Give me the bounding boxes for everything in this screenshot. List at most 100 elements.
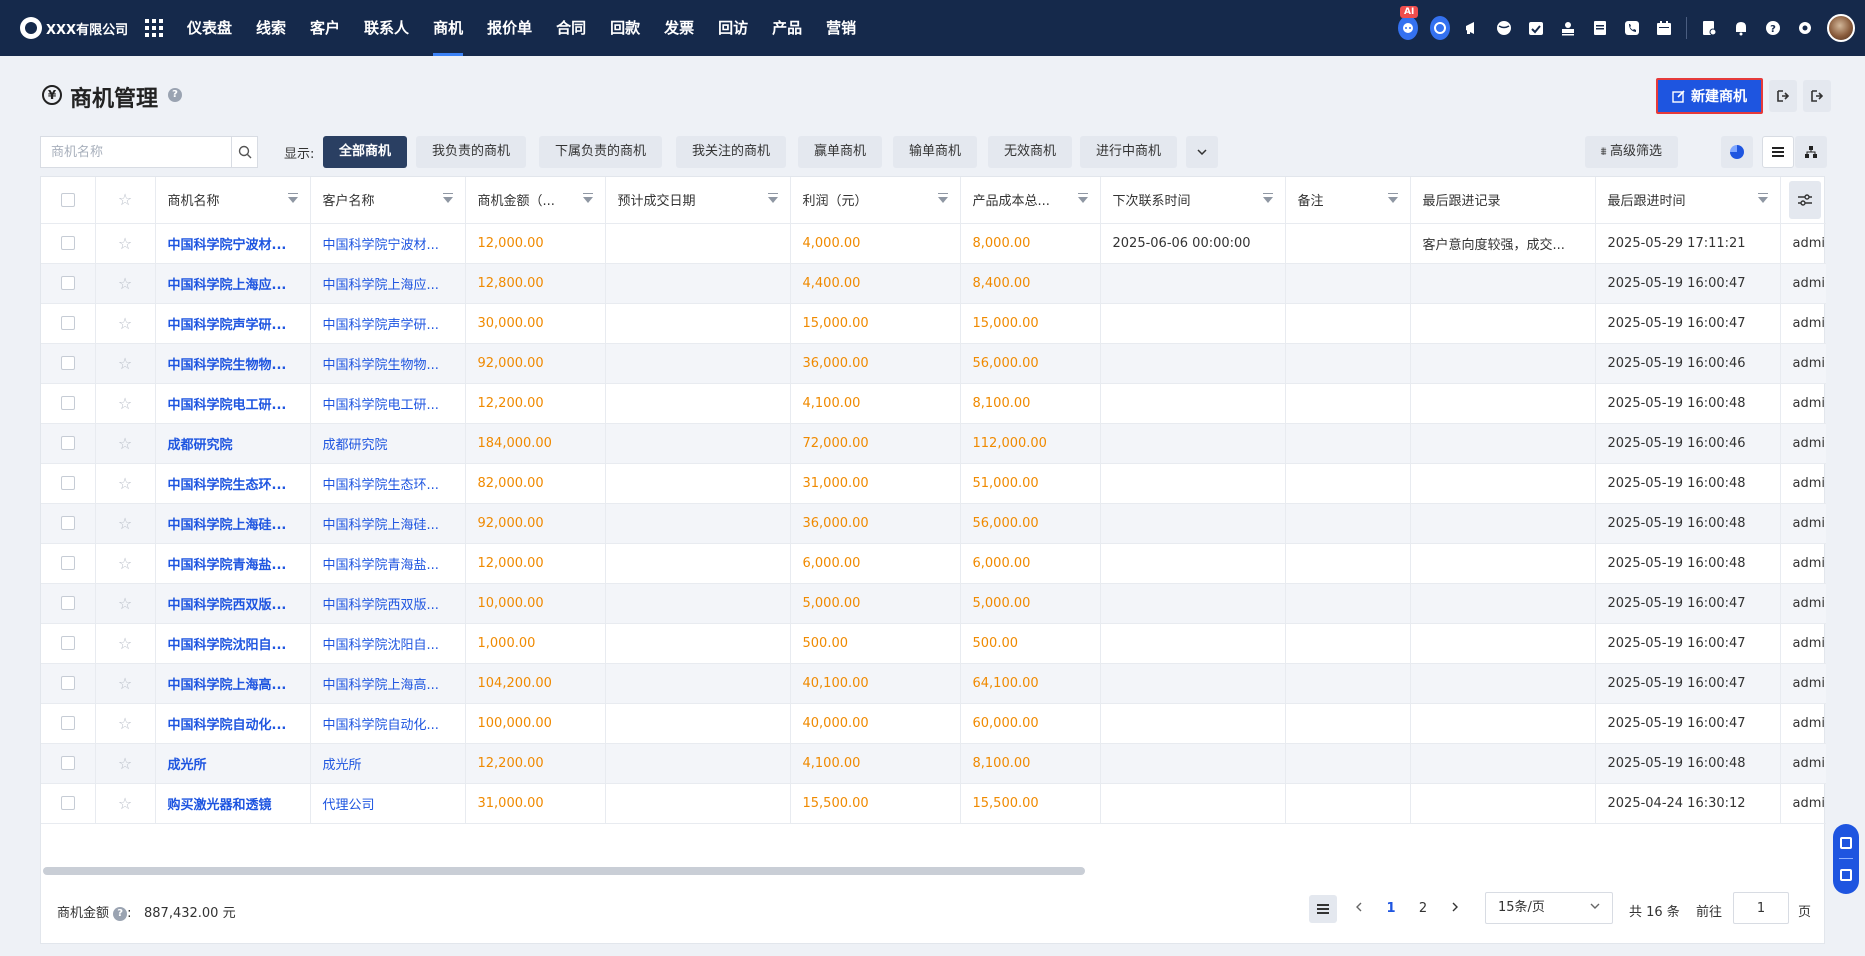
column-filter-icon[interactable] xyxy=(1387,193,1398,203)
table-row[interactable]: ☆ 成光所 成光所 12,200.00 4,100.00 8,100.00 2025-05-… xyxy=(41,743,1826,784)
star-outline-icon[interactable]: ☆ xyxy=(96,314,155,333)
star-outline-icon[interactable]: ☆ xyxy=(96,674,155,693)
table-row[interactable]: ☆ 中国科学院宁波材... 中国科学院宁波材... 12,000.00 4,000.00… xyxy=(41,223,1826,264)
cell-customer[interactable]: 中国科学院自动化... xyxy=(310,703,466,744)
cell-name[interactable]: 中国科学院上海硅... xyxy=(155,503,311,544)
star-outline-icon[interactable]: ☆ xyxy=(96,274,155,293)
tree-view-button[interactable] xyxy=(1795,136,1827,168)
cell-customer[interactable]: 中国科学院上海高... xyxy=(310,663,466,704)
star-outline-icon[interactable]: ☆ xyxy=(96,514,155,533)
column-filter-icon[interactable] xyxy=(442,193,453,203)
col-header-cost[interactable]: 产品成本总... xyxy=(960,177,1101,224)
new-opportunity-button[interactable]: 新建商机 xyxy=(1656,78,1763,114)
stamp-icon[interactable] xyxy=(1558,18,1578,38)
cell-name[interactable]: 购买激光器和透镜 xyxy=(155,783,311,824)
column-filter-icon[interactable] xyxy=(1757,193,1768,203)
cell-name[interactable]: 中国科学院西双版... xyxy=(155,583,311,624)
cell-customer[interactable]: 中国科学院生态环... xyxy=(310,463,466,504)
col-header-expected-date[interactable]: 预计成交日期 xyxy=(605,177,791,224)
cell-customer[interactable]: 中国科学院电工研... xyxy=(310,383,466,424)
column-filter-icon[interactable] xyxy=(767,193,778,203)
menu-revisits[interactable]: 回访 xyxy=(706,0,760,56)
table-row[interactable]: ☆ 中国科学院上海硅... 中国科学院上海硅... 92,000.00 36,000.0… xyxy=(41,503,1826,544)
menu-opportunities[interactable]: 商机 xyxy=(421,0,475,56)
star-outline-icon[interactable]: ☆ xyxy=(96,434,155,453)
row-checkbox[interactable] xyxy=(60,276,75,290)
table-row[interactable]: ☆ 中国科学院上海高... 中国科学院上海高... 104,200.00 40,100.… xyxy=(41,663,1826,704)
tab-invalid-opportunities[interactable]: 无效商机 xyxy=(988,136,1073,168)
document-icon[interactable] xyxy=(1590,18,1610,38)
sum-help-icon[interactable]: ? xyxy=(113,906,128,921)
column-filter-icon[interactable] xyxy=(1262,193,1273,203)
user-avatar[interactable] xyxy=(1827,14,1855,42)
row-checkbox[interactable] xyxy=(60,636,75,650)
table-row[interactable]: ☆ 中国科学院青海盐... 中国科学院青海盐... 12,000.00 6,000.00… xyxy=(41,543,1826,584)
star-outline-icon[interactable]: ☆ xyxy=(96,714,155,733)
col-header-last-record[interactable]: 最后跟进记录 xyxy=(1410,177,1596,224)
tab-won-opportunities[interactable]: 赢单商机 xyxy=(798,136,883,168)
table-row[interactable]: ☆ 购买激光器和透镜 代理公司 31,000.00 15,500.00 15,500.00… xyxy=(41,783,1826,824)
menu-quotes[interactable]: 报价单 xyxy=(475,0,544,56)
star-outline-icon[interactable]: ☆ xyxy=(96,474,155,493)
chat-icon[interactable] xyxy=(1430,16,1450,40)
list-view-button[interactable] xyxy=(1762,136,1794,168)
brand[interactable]: XXX有限公司 xyxy=(0,17,135,39)
star-outline-icon[interactable]: ☆ xyxy=(96,794,155,813)
tab-my-opportunities[interactable]: 我负责的商机 xyxy=(416,136,527,168)
next-page-button[interactable] xyxy=(1443,895,1467,923)
bell-icon[interactable] xyxy=(1731,18,1751,38)
tab-lost-opportunities[interactable]: 输单商机 xyxy=(893,136,978,168)
row-checkbox[interactable] xyxy=(60,676,75,690)
cell-customer[interactable]: 中国科学院宁波材... xyxy=(310,223,466,264)
tab-subordinate-opportunities[interactable]: 下属负责的商机 xyxy=(539,136,663,168)
cell-customer[interactable]: 中国科学院西双版... xyxy=(310,583,466,624)
row-checkbox[interactable] xyxy=(60,436,75,450)
cell-name[interactable]: 成光所 xyxy=(155,743,311,784)
calendar-icon[interactable] xyxy=(1654,18,1674,38)
export-icon[interactable] xyxy=(1803,80,1831,112)
star-outline-icon[interactable]: ☆ xyxy=(96,754,155,773)
cell-customer[interactable]: 中国科学院声学研... xyxy=(310,303,466,344)
table-row[interactable]: ☆ 中国科学院西双版... 中国科学院西双版... 10,000.00 5,000.00… xyxy=(41,583,1826,624)
col-header-customer[interactable]: 客户名称 xyxy=(310,177,466,224)
table-row[interactable]: ☆ 中国科学院电工研... 中国科学院电工研... 12,200.00 4,100.00… xyxy=(41,383,1826,424)
ai-assistant-icon[interactable]: AI xyxy=(1398,6,1419,40)
cell-name[interactable]: 成都研究院 xyxy=(155,423,311,464)
page-1-button[interactable]: 1 xyxy=(1379,895,1403,923)
report-icon[interactable] xyxy=(1699,18,1719,38)
cell-name[interactable]: 中国科学院生态环... xyxy=(155,463,311,504)
menu-marketing[interactable]: 营销 xyxy=(814,0,868,56)
column-filter-icon[interactable] xyxy=(287,193,298,203)
cell-name[interactable]: 中国科学院声学研... xyxy=(155,303,311,344)
menu-contracts[interactable]: 合同 xyxy=(544,0,598,56)
row-checkbox[interactable] xyxy=(60,596,75,610)
title-help-icon[interactable]: ? xyxy=(168,88,182,102)
pagination-layout-button[interactable] xyxy=(1309,895,1337,923)
more-tabs-dropdown[interactable] xyxy=(1186,136,1218,168)
table-row[interactable]: ☆ 中国科学院声学研... 中国科学院声学研... 30,000.00 15,000.0… xyxy=(41,303,1826,344)
menu-customers[interactable]: 客户 xyxy=(298,0,352,56)
row-checkbox[interactable] xyxy=(60,756,75,770)
cell-customer[interactable]: 成都研究院 xyxy=(310,423,466,464)
cell-name[interactable]: 中国科学院电工研... xyxy=(155,383,311,424)
menu-dashboard[interactable]: 仪表盘 xyxy=(175,0,244,56)
gear-icon[interactable] xyxy=(1795,18,1815,38)
column-settings-button[interactable] xyxy=(1789,181,1821,219)
star-outline-icon[interactable]: ☆ xyxy=(96,634,155,653)
row-checkbox[interactable] xyxy=(60,796,75,810)
row-checkbox[interactable] xyxy=(60,236,75,250)
col-header-profit[interactable]: 利润（元） xyxy=(790,177,961,224)
page-2-button[interactable]: 2 xyxy=(1411,895,1435,923)
star-outline-icon[interactable]: ☆ xyxy=(96,354,155,373)
star-outline-icon[interactable]: ☆ xyxy=(96,234,155,253)
cell-name[interactable]: 中国科学院生物物... xyxy=(155,343,311,384)
page-size-select[interactable]: 15条/页 xyxy=(1485,892,1613,924)
star-outline-icon[interactable]: ☆ xyxy=(96,594,155,613)
table-row[interactable]: ☆ 中国科学院生物物... 中国科学院生物物... 92,000.00 36,000.0… xyxy=(41,343,1826,384)
menu-payments[interactable]: 回款 xyxy=(598,0,652,56)
row-checkbox[interactable] xyxy=(60,476,75,490)
tab-in-progress-opportunities[interactable]: 进行中商机 xyxy=(1080,136,1178,168)
row-checkbox[interactable] xyxy=(60,316,75,330)
notes-icon[interactable] xyxy=(1840,869,1852,882)
tab-followed-opportunities[interactable]: 我关注的商机 xyxy=(676,136,787,168)
